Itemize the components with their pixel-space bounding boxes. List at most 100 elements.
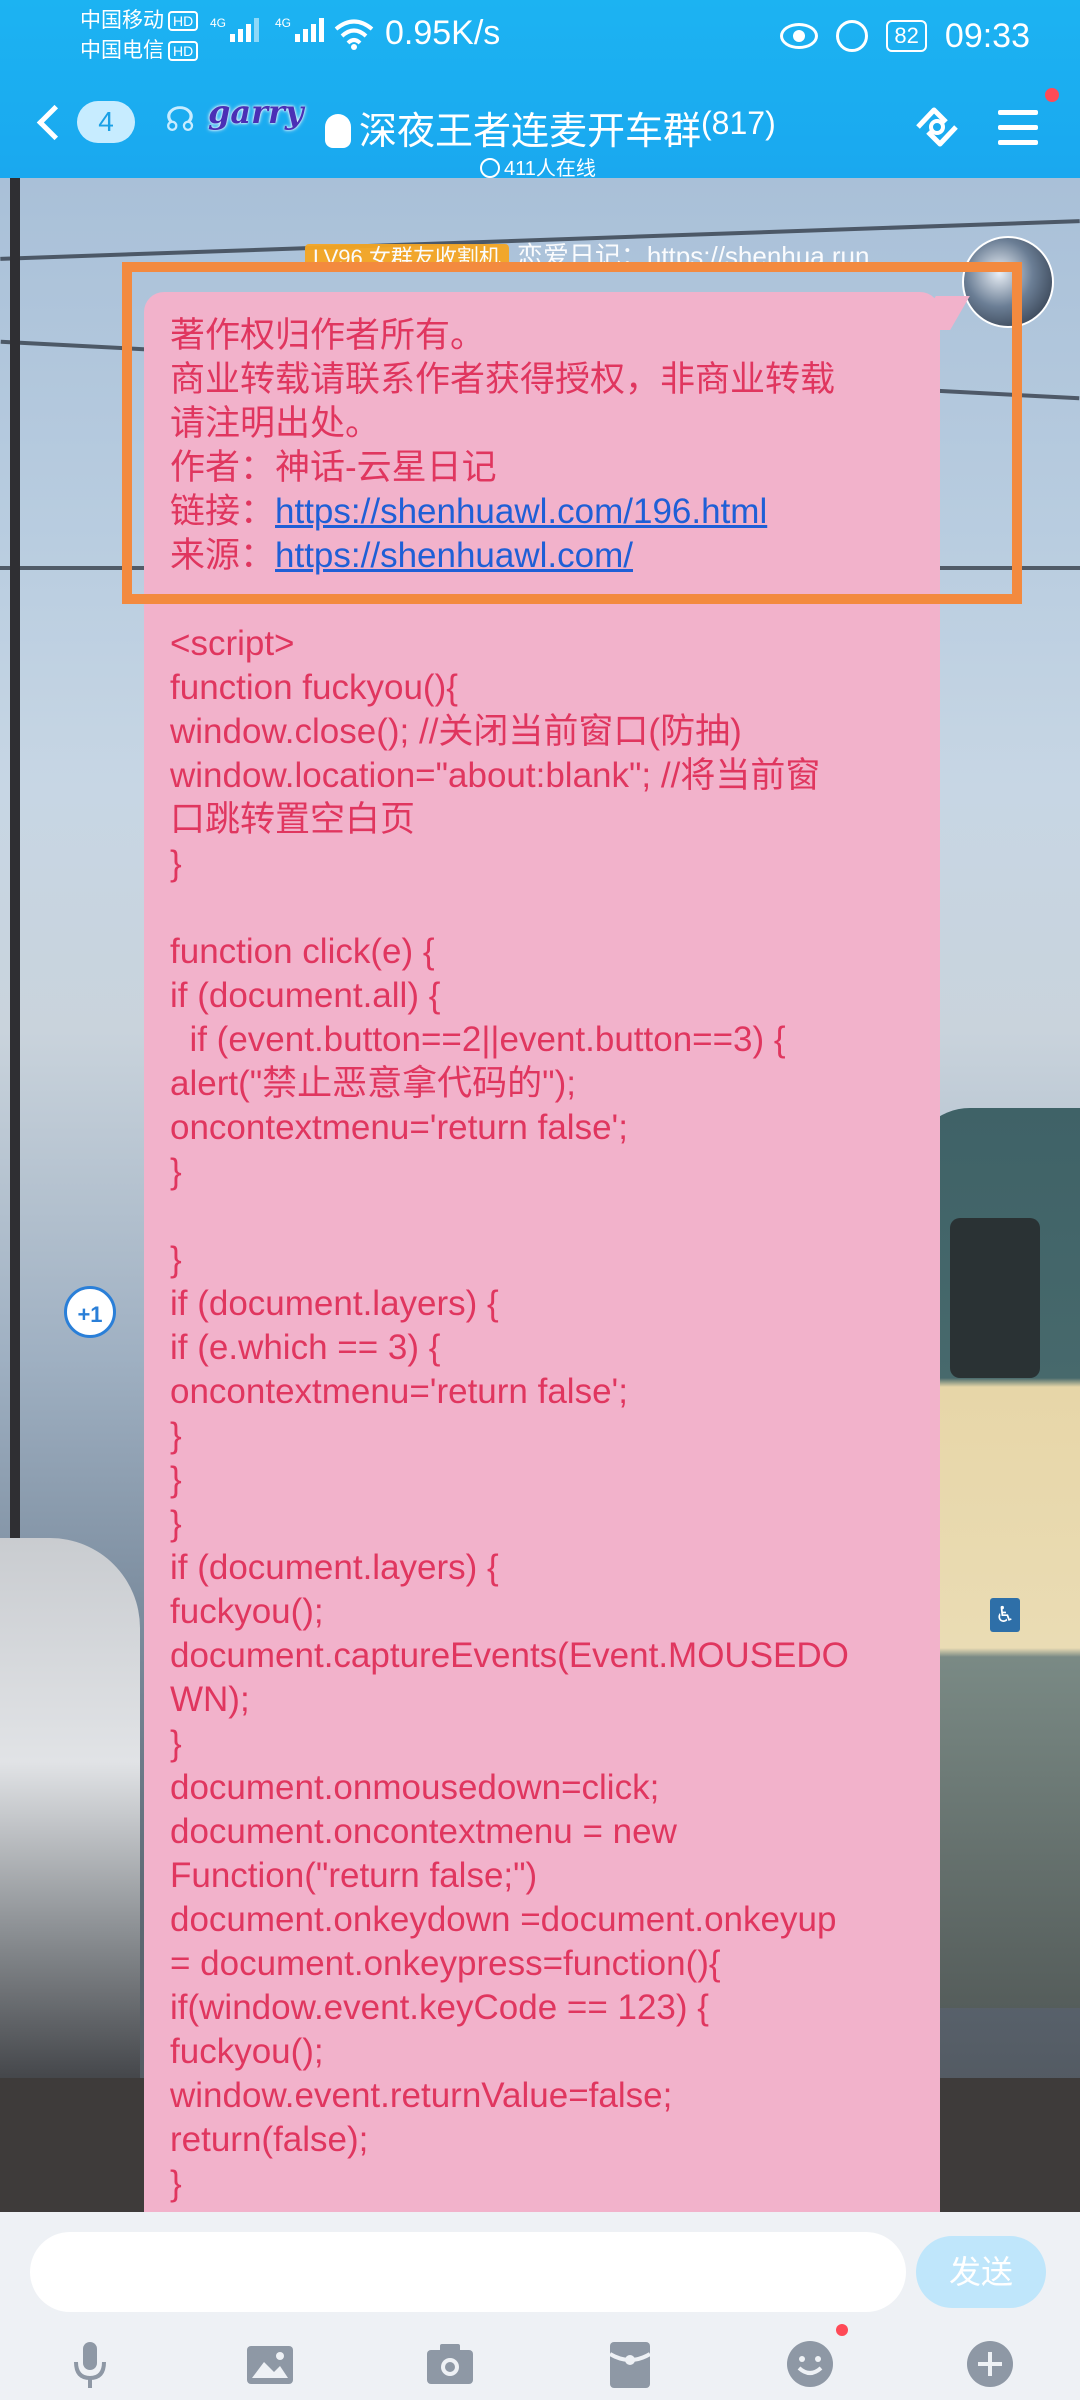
image-icon[interactable] [242, 2336, 298, 2392]
message-line-text: if (document.layers) { [170, 1548, 499, 1587]
message-line-text [170, 888, 180, 927]
menu-icon[interactable] [998, 110, 1038, 155]
online-count: 411人在线 [504, 158, 596, 180]
carrier-info: 中国移动 HD 中国电信 HD [80, 6, 199, 66]
back-button[interactable]: 4 [30, 94, 135, 150]
message-line-text: oncontextmenu='return false'; [170, 1372, 628, 1411]
message-line-text: if (e.which == 3) { [170, 1328, 441, 1367]
unread-count-badge: 4 [77, 101, 135, 143]
message-line: <script> [170, 622, 930, 666]
message-line: if(window.event.keyCode == 123) { [170, 1986, 930, 2030]
carrier-2: 中国电信 [80, 39, 164, 62]
background-tram-window [950, 1218, 1040, 1378]
eye-comfort-icon [780, 23, 819, 49]
message-line: alert("禁止恶意拿代码的"); [170, 1062, 930, 1106]
message-line: } [170, 1150, 930, 1194]
message-line-text [170, 1196, 180, 1235]
message-line: WN); [170, 1678, 930, 1722]
message-line-text: oncontextmenu='return false'; [170, 1108, 628, 1147]
message-line: } [170, 2162, 930, 2206]
signal-icon: 4G [275, 16, 325, 42]
message-line: } [170, 1238, 930, 1282]
message-line: document.captureEvents(Event.MOUSEDO [170, 1634, 930, 1678]
message-line: } [170, 1722, 930, 1766]
message-line-text: fuckyou(); [170, 2032, 324, 2071]
message-line-text: document.captureEvents(Event.MOUSEDO [170, 1636, 849, 1675]
alarm-icon [836, 20, 869, 52]
red-packet-icon[interactable] [602, 2336, 658, 2392]
message-line-text: } [170, 2164, 182, 2203]
message-line-text: if (document.layers) { [170, 1284, 499, 1323]
message-line [170, 1194, 930, 1238]
network-type: 4G [210, 16, 227, 30]
message-line-text: } [170, 1724, 182, 1763]
message-line: oncontextmenu='return false'; [170, 1370, 930, 1414]
message-line-text: = document.onkeypress=function(){ [170, 1944, 721, 1983]
message-line: window.close(); //关闭当前窗口(防抽) [170, 710, 930, 754]
member-count: (817) [701, 105, 776, 141]
message-line: window.location="about:blank"; //将当前窗 [170, 754, 930, 798]
message-line: return(false); [170, 2118, 930, 2162]
status-bar: 中国移动 HD 中国电信 HD 4G 4G 0.95K/s 82 09:33 [0, 0, 1080, 72]
plus-icon[interactable] [962, 2336, 1018, 2392]
message-line-text: 口跳转置空白页 [170, 800, 416, 839]
emoji-notification-dot [836, 2324, 848, 2336]
group-name: 深夜王者连麦开车群 [359, 111, 702, 153]
highlight-box [122, 262, 1022, 604]
microphone-icon[interactable] [62, 2336, 118, 2392]
network-speed: 0.95K/s [385, 14, 501, 52]
plus-one-button[interactable]: +1 [64, 1286, 116, 1338]
carrier-1: 中国移动 [80, 9, 164, 32]
emoji-icon[interactable] [782, 2336, 838, 2392]
message-line: } [170, 1458, 930, 1502]
notification-dot [1045, 88, 1059, 102]
message-line-text: window.event.returnValue=false; [170, 2076, 673, 2115]
message-line-text: fuckyou(); [170, 1592, 324, 1631]
message-line: if (e.which == 3) { [170, 1326, 930, 1370]
message-line: fuckyou(); [170, 2030, 930, 2074]
message-line-text: } [170, 1416, 182, 1455]
message-line-text: } [170, 1504, 182, 1543]
background-car [0, 1538, 140, 2098]
message-line-text: function click(e) { [170, 932, 435, 971]
group-icon [325, 114, 351, 148]
group-title[interactable]: 深夜王者连麦开车群(817) [325, 100, 776, 155]
message-line-text: alert("禁止恶意拿代码的"); [170, 1064, 576, 1103]
hd-badge: HD [168, 11, 199, 32]
message-line: if (document.layers) { [170, 1282, 930, 1326]
hd-badge: HD [168, 41, 199, 62]
message-line: document.onmousedown=click; [170, 1766, 930, 1810]
input-area: 发送 [0, 2212, 1080, 2400]
message-line: if (event.button==2||event.button==3) { [170, 1018, 930, 1062]
earpiece-mode-icon[interactable]: ☊ [165, 100, 195, 140]
message-input[interactable] [30, 2232, 906, 2312]
online-status: 411人在线 [480, 152, 596, 181]
back-chevron-icon [36, 104, 73, 140]
battery-level: 82 [886, 20, 927, 52]
accessibility-icon: ♿ [990, 1598, 1020, 1632]
message-line: fuckyou(); [170, 1590, 930, 1634]
message-line: document.oncontextmenu = new [170, 1810, 930, 1854]
message-line-text: WN); [170, 1680, 250, 1719]
send-button[interactable]: 发送 [916, 2236, 1046, 2308]
camera-icon[interactable] [422, 2336, 478, 2392]
signal-icon: 4G [210, 16, 260, 42]
message-line: 口跳转置空白页 [170, 798, 930, 842]
input-toolbar [0, 2324, 1080, 2396]
message-line-text: return(false); [170, 2120, 369, 2159]
background-pole [10, 178, 20, 1678]
message-line-text: window.location="about:blank"; //将当前窗 [170, 756, 821, 795]
wifi-icon [334, 19, 374, 50]
message-line: document.onkeydown =document.onkeyup [170, 1898, 930, 1942]
message-line: function click(e) { [170, 930, 930, 974]
group-level-badge: garry [208, 93, 304, 131]
message-line-text: function fuckyou(){ [170, 668, 458, 707]
message-line: oncontextmenu='return false'; [170, 1106, 930, 1150]
chat-header: 4 ☊ garry 深夜王者连麦开车群(817) 411人在线 [0, 72, 1080, 181]
message-line [170, 886, 930, 930]
message-line-text: } [170, 1240, 182, 1279]
message-line-text: } [170, 844, 182, 883]
group-share-icon[interactable] [912, 102, 962, 152]
message-line: function fuckyou(){ [170, 666, 930, 710]
message-line-text: window.close(); //关闭当前窗口(防抽) [170, 712, 742, 751]
